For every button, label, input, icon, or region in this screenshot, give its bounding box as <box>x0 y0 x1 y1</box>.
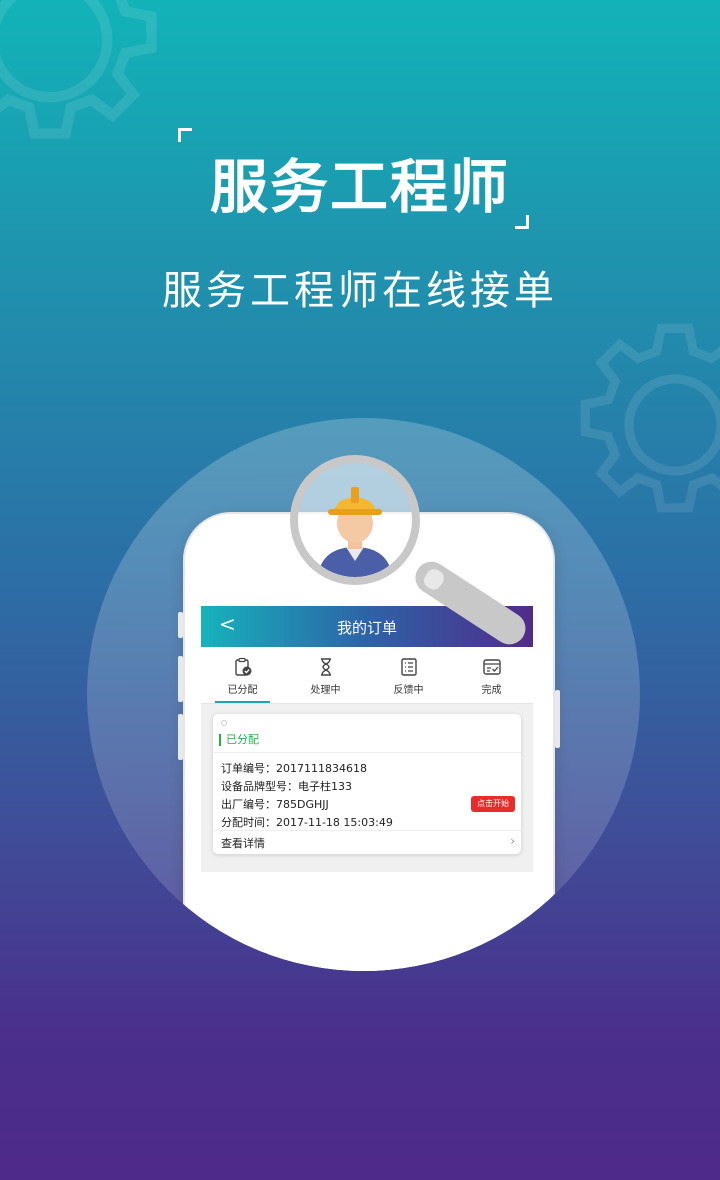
phone-side-button <box>178 714 183 760</box>
done-icon <box>482 659 501 675</box>
phone-side-button <box>555 690 560 748</box>
order-number-row: 订单编号：2017111834618 <box>221 760 367 776</box>
tab-processing[interactable]: 处理中 <box>284 647 367 703</box>
tab-label: 已分配 <box>227 685 258 696</box>
tab-label: 反馈中 <box>393 685 424 696</box>
divider <box>213 752 521 753</box>
assigned-clipboard-icon <box>234 657 251 676</box>
phone-screen: < 我的订单 已分配 处理中 反馈中 完成 已分配 订单编号：201711183… <box>201 606 533 971</box>
hourglass-icon <box>320 658 331 676</box>
magnifier-icon <box>290 455 532 651</box>
order-tabs: 已分配 处理中 反馈中 完成 <box>201 647 533 704</box>
start-button[interactable]: 点击开始 <box>471 796 515 812</box>
hero-subtitle: 服务工程师在线接单 <box>162 268 558 314</box>
magnifier-lens <box>290 455 420 585</box>
phone-side-button <box>178 612 183 638</box>
tab-done[interactable]: 完成 <box>450 647 533 703</box>
tab-assigned[interactable]: 已分配 <box>201 647 284 703</box>
hero-title: 服务工程师 <box>209 153 510 221</box>
row-value: 785DGHJJ <box>276 798 329 811</box>
row-value: 2017111834618 <box>276 762 367 775</box>
chevron-right-icon: › <box>510 834 515 848</box>
gear-decoration-icon <box>580 323 720 513</box>
tab-feedback[interactable]: 反馈中 <box>367 647 450 703</box>
serial-number-row: 出厂编号：785DGHJJ <box>221 796 329 812</box>
row-value: 电子柱133 <box>298 780 352 793</box>
phone-side-button <box>178 656 183 702</box>
empty-area <box>201 872 533 971</box>
status-badge: 已分配 <box>219 734 259 746</box>
row-label: 设备品牌型号： <box>221 780 298 793</box>
card-dot <box>221 720 227 726</box>
feedback-list-icon <box>400 658 417 676</box>
magnifier-handle-cap <box>420 566 447 593</box>
engineer-avatar-icon <box>318 487 392 577</box>
assign-time-row: 分配时间：2017-11-18 15:03:49 <box>221 814 393 830</box>
device-model-row: 设备品牌型号：电子柱133 <box>221 778 352 794</box>
row-label: 出厂编号： <box>221 798 276 811</box>
view-details-link[interactable]: 查看详情 › <box>213 830 521 854</box>
details-label: 查看详情 <box>221 837 265 850</box>
row-value: 2017-11-18 15:03:49 <box>276 816 393 829</box>
tab-label: 处理中 <box>310 685 341 696</box>
order-card: 已分配 订单编号：2017111834618 设备品牌型号：电子柱133 出厂编… <box>213 714 521 854</box>
row-label: 分配时间： <box>221 816 276 829</box>
tab-label: 完成 <box>481 685 502 696</box>
row-label: 订单编号： <box>221 762 276 775</box>
